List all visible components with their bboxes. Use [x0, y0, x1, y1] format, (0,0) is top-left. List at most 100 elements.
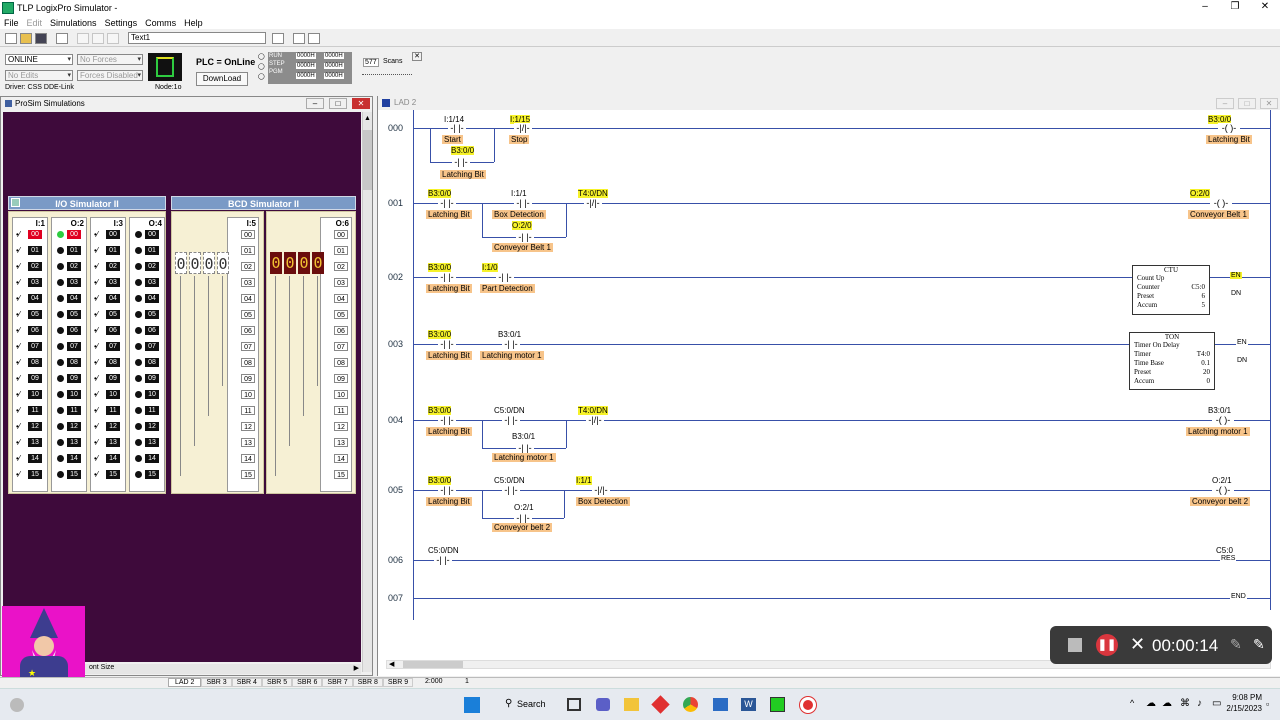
ton-block[interactable]: TON Timer On Delay Timer T4:0 Time Base 0.1 Pr…: [1129, 332, 1215, 390]
close-icon[interactable]: ✕: [1250, 0, 1280, 14]
zoom-in-icon[interactable]: [293, 32, 305, 44]
menu-file[interactable]: File: [4, 18, 19, 28]
contact-symbol[interactable]: -| |-: [502, 415, 520, 425]
ladder-restore-icon[interactable]: □: [1238, 98, 1256, 109]
pause-icon[interactable]: ❚❚: [1096, 634, 1118, 656]
ladder-minimize-icon[interactable]: –: [1216, 98, 1234, 109]
chrome-icon[interactable]: [683, 697, 698, 712]
contact-symbol[interactable]: -| |-: [514, 198, 532, 208]
taskbar-search[interactable]: Search: [517, 699, 546, 709]
forces-disabled-select[interactable]: Forces Disabled: [77, 70, 143, 81]
toggle-switch-icon[interactable]: •⁄: [16, 278, 28, 287]
toggle-switch-icon[interactable]: •⁄: [94, 470, 106, 479]
teams-icon[interactable]: [596, 698, 610, 711]
pen-icon[interactable]: ✎: [1253, 636, 1265, 653]
download-button[interactable]: DownLoad: [196, 72, 248, 86]
mode-select[interactable]: ONLINE: [5, 54, 73, 65]
toggle-switch-icon[interactable]: •⁄: [16, 454, 28, 463]
toggle-switch-icon[interactable]: •⁄: [16, 230, 28, 239]
toggle-switch-icon[interactable]: •⁄: [94, 246, 106, 255]
contact-symbol[interactable]: -| |-: [448, 123, 466, 133]
contact-symbol[interactable]: -| |-: [514, 513, 532, 523]
outlook-icon[interactable]: [713, 698, 728, 711]
close-status-icon[interactable]: ✕: [412, 52, 422, 61]
start-icon[interactable]: [464, 697, 480, 713]
ctu-block[interactable]: CTU Count Up Counter C5:0 Preset 6 Accum 5: [1132, 265, 1210, 315]
bcd-digit[interactable]: 0: [217, 252, 229, 274]
notification-icon[interactable]: ▫: [1266, 699, 1269, 709]
stop-icon[interactable]: [1068, 638, 1082, 652]
io-menu-icon[interactable]: [11, 198, 20, 207]
coil-symbol[interactable]: -( )-: [1212, 415, 1234, 425]
forces-select[interactable]: No Forces: [77, 54, 143, 65]
new-icon[interactable]: [5, 32, 17, 44]
prosim-minimize-icon[interactable]: –: [306, 98, 324, 109]
menu-help[interactable]: Help: [184, 18, 203, 28]
logixpro-taskbar-icon[interactable]: [770, 697, 785, 712]
toggle-switch-icon[interactable]: •⁄: [16, 326, 28, 335]
toggle-switch-icon[interactable]: •⁄: [16, 406, 28, 415]
menu-simulations[interactable]: Simulations: [50, 18, 97, 28]
contact-symbol[interactable]: -| |-: [516, 443, 534, 453]
tab-sbr-7[interactable]: SBR 7: [322, 678, 353, 687]
widget-icon[interactable]: [10, 698, 24, 712]
contact-symbol[interactable]: -| |-: [502, 485, 520, 495]
contact-symbol[interactable]: -| |-: [438, 198, 456, 208]
prosim-scrollbar[interactable]: ▲: [362, 112, 372, 672]
toggle-switch-icon[interactable]: •⁄: [94, 358, 106, 367]
menu-edit[interactable]: Edit: [27, 18, 43, 28]
contact-symbol[interactable]: -| |-: [452, 157, 470, 167]
step-radio[interactable]: ◯: [258, 62, 268, 72]
toggle-switch-icon[interactable]: •⁄: [94, 310, 106, 319]
task-view-icon[interactable]: [567, 698, 581, 711]
bcd-digit[interactable]: 0: [189, 252, 201, 274]
tab-sbr-8[interactable]: SBR 8: [352, 678, 383, 687]
contact-symbol[interactable]: -| |-: [516, 232, 534, 242]
tab-sbr-6[interactable]: SBR 6: [292, 678, 323, 687]
coil-symbol[interactable]: -( )-: [1218, 123, 1240, 133]
contact-symbol[interactable]: -| |-: [438, 415, 456, 425]
tools-icon[interactable]: [272, 32, 284, 44]
search-icon[interactable]: ⚲: [505, 698, 512, 709]
toggle-switch-icon[interactable]: •⁄: [94, 406, 106, 415]
word-icon[interactable]: W: [741, 698, 756, 711]
volume-icon[interactable]: ♪: [1197, 698, 1202, 709]
toggle-switch-icon[interactable]: •⁄: [94, 262, 106, 271]
bcd-digit[interactable]: 0: [175, 252, 187, 274]
prosim-restore-icon[interactable]: □: [329, 98, 347, 109]
toggle-switch-icon[interactable]: •⁄: [94, 278, 106, 287]
tab-sbr-4[interactable]: SBR 4: [231, 678, 262, 687]
onedrive-icon[interactable]: ☁: [1162, 698, 1172, 709]
edits-select[interactable]: No Edits: [5, 70, 73, 81]
toggle-switch-icon[interactable]: •⁄: [16, 390, 28, 399]
contact-symbol[interactable]: -| |-: [502, 339, 520, 349]
run-radio[interactable]: ◯: [258, 52, 268, 62]
cancel-icon[interactable]: ✕: [1130, 634, 1145, 655]
tab-sbr-5[interactable]: SBR 5: [261, 678, 293, 687]
restore-icon[interactable]: ❐: [1220, 0, 1250, 14]
contact-symbol[interactable]: -| |-: [438, 272, 456, 282]
recorder-taskbar-icon[interactable]: [799, 696, 817, 714]
copy-icon[interactable]: [92, 32, 104, 44]
toggle-switch-icon[interactable]: •⁄: [94, 422, 106, 431]
app-red-icon[interactable]: [651, 695, 670, 714]
toggle-switch-icon[interactable]: •⁄: [16, 262, 28, 271]
paste-icon[interactable]: [107, 32, 119, 44]
menu-settings[interactable]: Settings: [105, 18, 138, 28]
toggle-switch-icon[interactable]: •⁄: [94, 374, 106, 383]
contact-symbol[interactable]: -|/|-: [586, 415, 604, 425]
coil-symbol[interactable]: -( )-: [1210, 198, 1232, 208]
toggle-switch-icon[interactable]: •⁄: [16, 470, 28, 479]
toggle-switch-icon[interactable]: •⁄: [16, 438, 28, 447]
contact-symbol[interactable]: -| |-: [438, 485, 456, 495]
toggle-switch-icon[interactable]: •⁄: [16, 246, 28, 255]
toggle-switch-icon[interactable]: •⁄: [94, 342, 106, 351]
tab-sbr-3[interactable]: SBR 3: [201, 678, 232, 687]
toggle-switch-icon[interactable]: •⁄: [16, 310, 28, 319]
toggle-switch-icon[interactable]: •⁄: [94, 326, 106, 335]
mic-icon[interactable]: ✎: [1230, 636, 1242, 653]
save-icon[interactable]: [35, 32, 47, 44]
bcd-digit[interactable]: 0: [203, 252, 215, 274]
toggle-switch-icon[interactable]: •⁄: [16, 342, 28, 351]
reset-coil[interactable]: RES: [1220, 555, 1237, 562]
